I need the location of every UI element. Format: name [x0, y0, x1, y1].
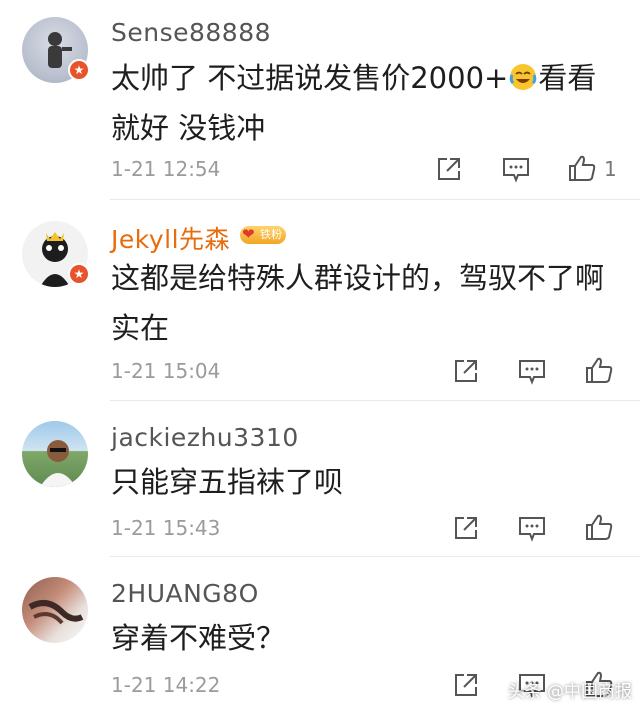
share-icon[interactable] [434, 154, 464, 184]
comment-time: 1-21 12:54 [111, 157, 221, 181]
comment-icon[interactable] [517, 513, 547, 543]
comment-icon[interactable] [517, 356, 547, 386]
like-count: 1 [604, 157, 617, 181]
thumbs-up-icon[interactable] [567, 153, 597, 183]
comment-time: 1-21 15:04 [111, 359, 221, 383]
comment-item: jackiezhu3310 只能穿五指袜了呗 1-21 15:43 [0, 401, 640, 556]
comment-text: 太帅了 不过据说发售价2000+ 看看就好 没钱冲 [111, 61, 597, 145]
comment-text: 只能穿五指袜了呗 [111, 465, 344, 499]
verified-badge-icon: ★ [68, 263, 90, 285]
comment-item: ★ Jekyll先森 ❤ 铁粉 这都是给特殊人群设计的，驾驭不了啊实在 1-21 … [0, 200, 640, 400]
watermark: 头条 @中国商报 [507, 682, 632, 702]
comment-time: 1-21 14:22 [111, 673, 221, 697]
thumbs-up-icon[interactable] [584, 355, 614, 385]
share-icon[interactable] [451, 670, 481, 700]
comment-time: 1-21 15:43 [111, 516, 221, 540]
avatar[interactable]: ★ [22, 17, 90, 83]
comment-text: 这都是给特殊人群设计的，驾驭不了啊实在 [111, 261, 605, 345]
username[interactable]: jackiezhu3310 [111, 423, 299, 452]
username[interactable]: Sense88888 [111, 18, 271, 47]
avatar[interactable] [22, 421, 88, 487]
comment-text: 穿着不难受？ [111, 621, 286, 655]
share-icon[interactable] [451, 513, 481, 543]
avatar[interactable] [22, 577, 88, 643]
avatar[interactable]: ★ [22, 221, 90, 287]
thumbs-up-icon[interactable] [584, 512, 614, 542]
username[interactable]: Jekyll先森 [111, 220, 230, 256]
comment-item: ★ Sense88888 太帅了 不过据说发售价2000+ 看看就好 没钱冲 1-… [0, 0, 640, 200]
heart-icon: ❤ [242, 225, 255, 243]
fan-badge: ❤ 铁粉 [240, 225, 286, 244]
laugh-cry-emoji-icon [509, 63, 537, 91]
comment-icon[interactable] [501, 154, 531, 184]
share-icon[interactable] [451, 356, 481, 386]
verified-badge-icon: ★ [68, 59, 90, 81]
username[interactable]: 2HUANG8O [111, 579, 259, 608]
